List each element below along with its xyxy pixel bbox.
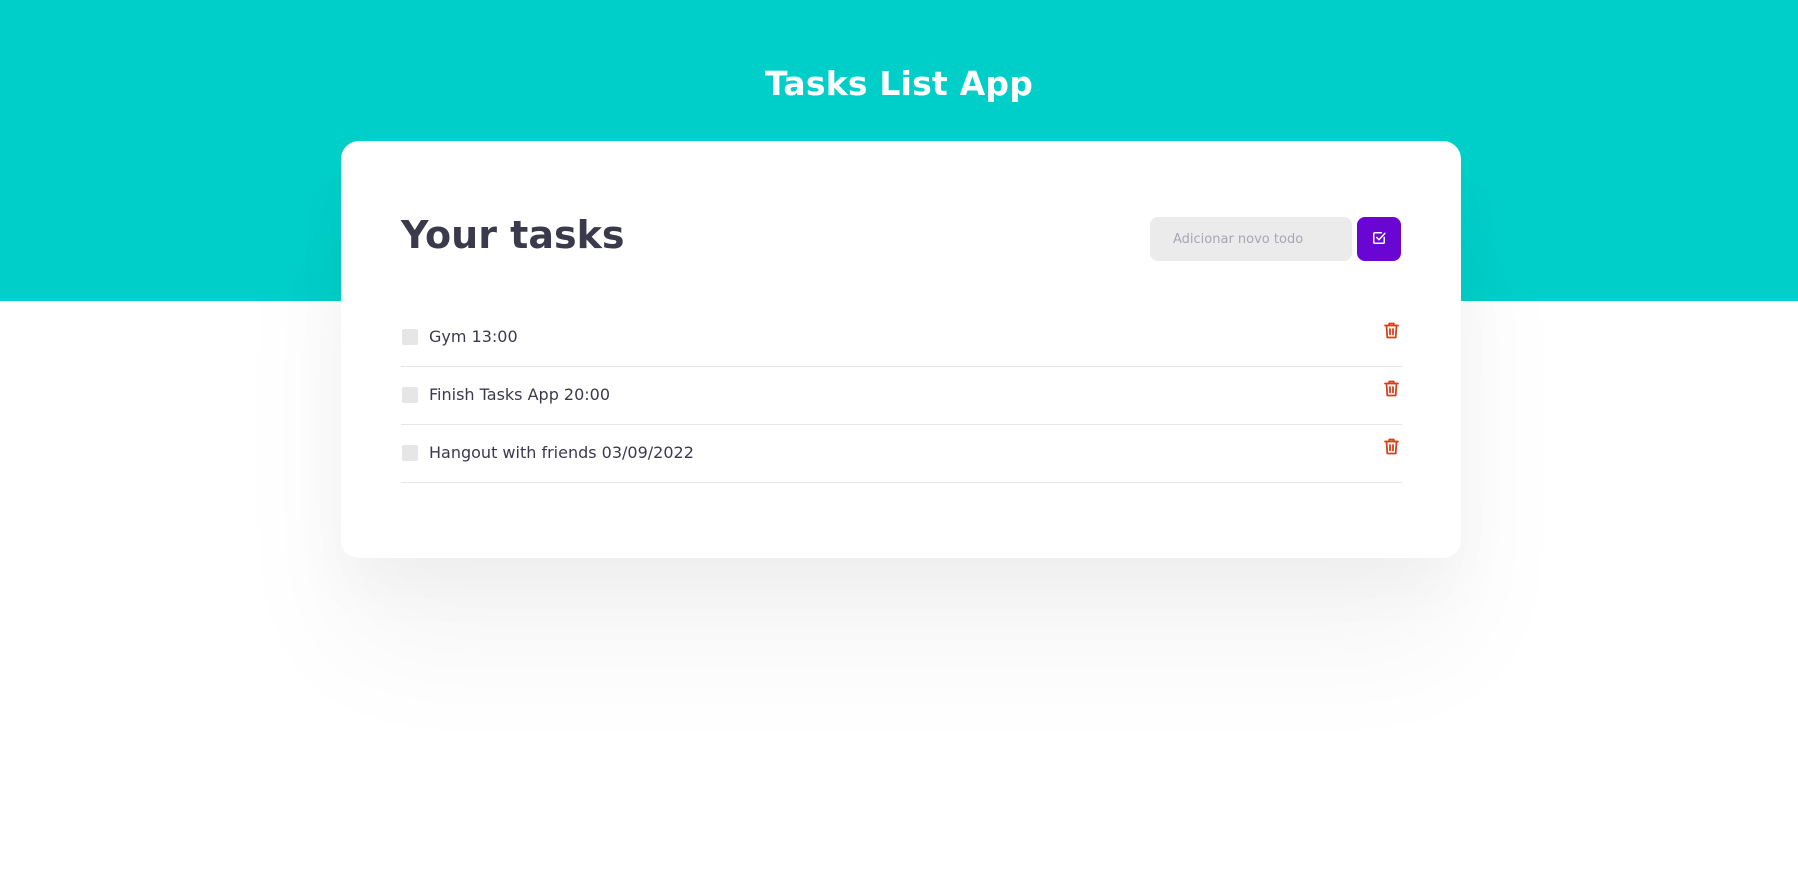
delete-task-button[interactable] [1380, 321, 1402, 343]
trash-icon [1383, 322, 1399, 342]
task-item: Hangout with friends 03/09/2022 [401, 425, 1402, 483]
checkbox-check-icon [1372, 231, 1386, 248]
task-checkbox[interactable] [402, 328, 418, 345]
add-todo-button[interactable] [1357, 217, 1401, 261]
card-title: Your tasks [401, 213, 625, 257]
task-label: Hangout with friends 03/09/2022 [429, 443, 694, 462]
task-checkbox[interactable] [402, 386, 418, 403]
trash-icon [1383, 380, 1399, 400]
app-title: Tasks List App [764, 64, 1034, 103]
task-list: Gym 13:00 Finish Tasks App 20:00 Hangout… [401, 309, 1402, 483]
new-todo-input[interactable] [1150, 217, 1352, 261]
trash-icon [1383, 438, 1399, 458]
task-item: Finish Tasks App 20:00 [401, 367, 1402, 425]
task-label: Finish Tasks App 20:00 [429, 385, 611, 404]
delete-task-button[interactable] [1380, 379, 1402, 401]
delete-task-button[interactable] [1380, 437, 1402, 459]
task-checkbox[interactable] [402, 444, 418, 461]
task-item: Gym 13:00 [401, 309, 1402, 367]
tasks-card: Your tasks Gym 13:00 [341, 141, 1461, 558]
task-label: Gym 13:00 [429, 327, 518, 346]
